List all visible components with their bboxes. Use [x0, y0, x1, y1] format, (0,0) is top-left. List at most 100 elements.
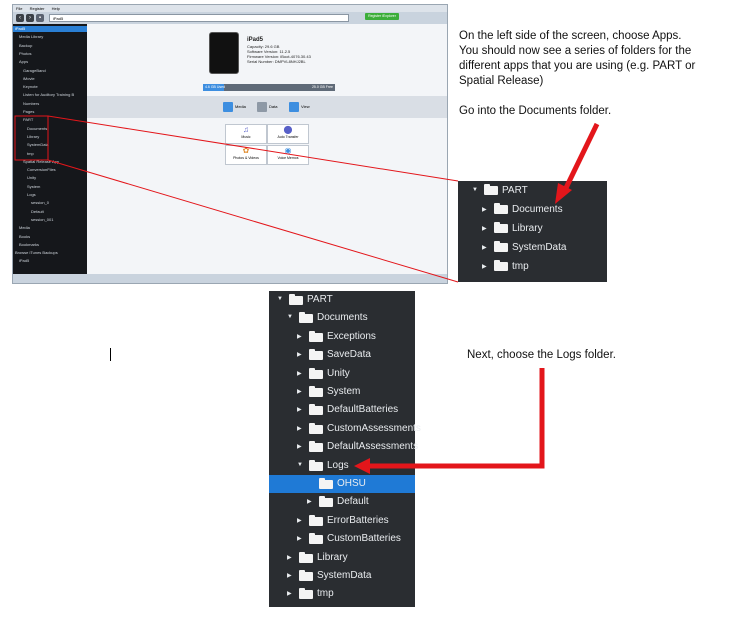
back-icon[interactable]: ‹: [16, 14, 24, 22]
caret-right-icon[interactable]: ▶: [482, 244, 487, 251]
tree-row-unity[interactable]: ▶ Unity: [269, 365, 415, 383]
tree-row-system[interactable]: ▶ System: [269, 383, 415, 401]
data-icon: [257, 101, 267, 112]
tree-row-logs[interactable]: ▼ Logs: [269, 457, 415, 475]
home-icon[interactable]: ▪: [36, 14, 44, 22]
tile-music[interactable]: ♫ Music: [225, 124, 267, 144]
caret-right-icon[interactable]: ▶: [297, 425, 302, 432]
sidebar-item[interactable]: PART: [13, 117, 97, 123]
tree-row-defaultassessments[interactable]: ▶ DefaultAssessments: [269, 438, 418, 456]
sidebar-item[interactable]: GarageBand: [13, 68, 97, 74]
caret-right-icon[interactable]: ▶: [482, 263, 487, 270]
tree-label: CustomBatteries: [327, 533, 401, 545]
sidebar-item[interactable]: iPad5: [13, 258, 93, 264]
tab-data[interactable]: Data: [257, 100, 277, 113]
caret-right-icon[interactable]: ▶: [297, 443, 302, 450]
tree-label: OHSU: [337, 478, 366, 489]
caret-right-icon[interactable]: ▶: [297, 517, 302, 524]
caret-right-icon[interactable]: ▶: [297, 370, 302, 377]
menu-file[interactable]: File: [16, 6, 22, 11]
media-icon: [223, 101, 233, 112]
tree-label: CustomAssessments: [327, 422, 421, 434]
tree-row-errorbatteries[interactable]: ▶ ErrorBatteries: [269, 512, 415, 530]
sidebar-item[interactable]: Books: [13, 234, 93, 240]
sidebar-item[interactable]: Media Library: [13, 34, 93, 40]
sidebar-item[interactable]: Spatial Release App: [13, 159, 97, 165]
tile-voice-memos[interactable]: ◉ Voice Memos: [267, 145, 309, 165]
caret-right-icon[interactable]: ▶: [482, 225, 487, 232]
caret-right-icon[interactable]: ▶: [297, 388, 302, 395]
tab-view[interactable]: View: [289, 100, 310, 113]
caret-down-icon[interactable]: ▼: [277, 296, 283, 302]
sidebar-item[interactable]: Backup: [13, 43, 93, 49]
caret-right-icon[interactable]: ▶: [287, 572, 292, 579]
sidebar-item[interactable]: Numbers: [13, 101, 97, 107]
auto-transfer-icon: ⬤: [283, 125, 293, 134]
folder-icon: [309, 404, 323, 416]
menu-help[interactable]: Help: [52, 6, 60, 11]
sidebar-item[interactable]: Pages: [13, 109, 97, 115]
caret-down-icon[interactable]: ▼: [472, 187, 478, 193]
sidebar-item[interactable]: Media: [13, 225, 93, 231]
tree-row-defaultbatteries[interactable]: ▶ DefaultBatteries: [269, 401, 415, 419]
tree-row-library[interactable]: ▶ Library: [269, 549, 415, 567]
tree-row-ohsu[interactable]: OHSU: [269, 475, 415, 494]
forward-icon[interactable]: ›: [26, 14, 34, 22]
tree-row-custombatteries[interactable]: ▶ CustomBatteries: [269, 530, 415, 548]
menu-register[interactable]: Register: [30, 6, 45, 11]
folder-icon: [309, 422, 323, 434]
tree-row-tmp[interactable]: ▶ tmp: [458, 257, 607, 276]
caret-right-icon[interactable]: ▶: [482, 206, 487, 213]
caret-right-icon[interactable]: ▶: [297, 535, 302, 542]
sidebar-item[interactable]: iMovie: [13, 76, 97, 82]
toolbar: ‹ › ▪ iPad5 Register iExplorer: [13, 12, 447, 24]
tile-photos-videos[interactable]: ✿ Photos & Videos: [225, 145, 267, 165]
device-info: iPad5 Capacity: 29.6 GB Software Version…: [247, 36, 311, 64]
tree-row-exceptions[interactable]: ▶ Exceptions: [269, 328, 415, 346]
folder-icon: [299, 570, 313, 581]
tree-row-systemdata[interactable]: ▶ SystemData: [269, 567, 415, 585]
device-name: iPad5: [247, 37, 264, 43]
tab-media[interactable]: Media: [223, 100, 246, 113]
sidebar-item[interactable]: Keynote: [13, 84, 97, 90]
tree-row-customassessments[interactable]: ▶ CustomAssessments: [269, 420, 421, 438]
tree-row-part[interactable]: ▼ PART: [269, 291, 415, 309]
address-bar[interactable]: iPad5: [49, 14, 349, 22]
folder-icon: [299, 312, 313, 324]
caret-right-icon[interactable]: ▶: [287, 554, 292, 561]
tree-row-documents[interactable]: ▶ Documents: [458, 200, 607, 219]
tree-row-default[interactable]: ▶ Default: [269, 493, 415, 511]
register-button[interactable]: Register iExplorer: [365, 13, 399, 20]
caret-right-icon[interactable]: ▶: [297, 406, 302, 413]
folder-icon: [299, 588, 313, 600]
tree-label: System: [327, 386, 361, 397]
instruction-step1-line1: On the left side of the screen, choose A…: [459, 30, 682, 42]
tree-row-savedata[interactable]: ▶ SaveData: [269, 346, 415, 364]
tile-auto-transfer[interactable]: ⬤ Auto Transfer: [267, 124, 309, 144]
instruction-step1: On the left side of the screen, choose A…: [459, 29, 695, 89]
folder-icon: [494, 241, 508, 252]
sidebar-item[interactable]: Listen for Auditory Training B: [13, 92, 97, 98]
sidebar-item[interactable]: Apps: [13, 59, 93, 65]
folder-icon: [494, 260, 508, 271]
tree-row-documents[interactable]: ▼ Documents: [269, 309, 415, 327]
caret-right-icon[interactable]: ▶: [297, 333, 302, 340]
sidebar-item[interactable]: Photos: [13, 51, 93, 57]
tree-row-library[interactable]: ▶ Library: [458, 219, 607, 238]
sidebar-item[interactable]: Bookmarks: [13, 242, 93, 248]
ipad-image: [209, 32, 239, 74]
caret-right-icon[interactable]: ▶: [307, 498, 312, 505]
tree-row-tmp[interactable]: ▶ tmp: [269, 585, 415, 603]
tree-row-systemdata[interactable]: ▶ SystemData: [458, 238, 607, 257]
caret-right-icon[interactable]: ▶: [297, 351, 302, 358]
caret-right-icon[interactable]: ▶: [287, 590, 292, 597]
tree-label: SystemData: [317, 570, 372, 581]
folder-icon: [309, 367, 323, 379]
tree-row-part[interactable]: ▼ PART: [458, 181, 607, 200]
folder-icon: [309, 330, 323, 342]
caret-down-icon[interactable]: ▼: [297, 462, 303, 468]
sidebar-item[interactable]: iPad5: [13, 26, 89, 32]
caret-down-icon[interactable]: ▼: [287, 314, 293, 320]
sidebar-item[interactable]: Browse iTunes Backups: [13, 250, 89, 256]
tree-label: Exceptions: [327, 330, 376, 342]
